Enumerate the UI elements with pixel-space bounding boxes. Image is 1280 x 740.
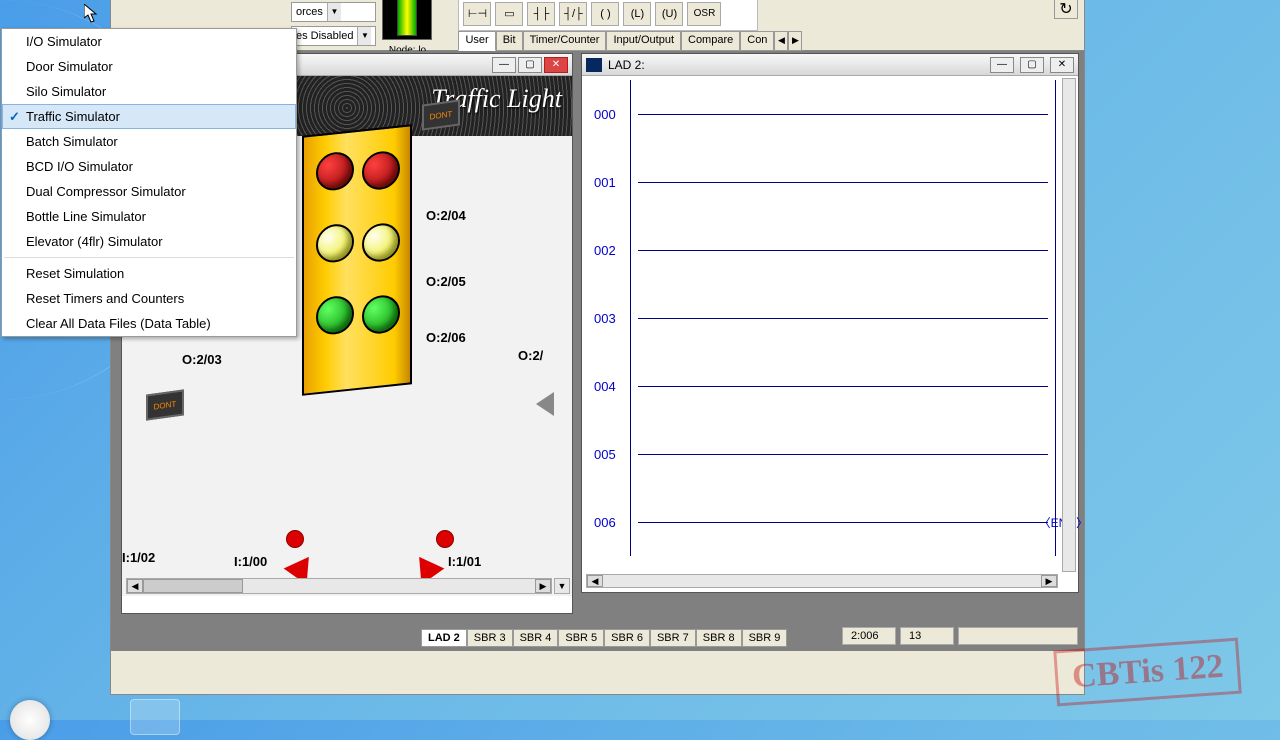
- addr-label-o205: O:2/05: [426, 274, 466, 289]
- file-tab-sbr3[interactable]: SBR 3: [467, 629, 513, 647]
- disabled-dropdown[interactable]: es Disabled▼: [291, 26, 376, 46]
- file-tab-sbr8[interactable]: SBR 8: [696, 629, 742, 647]
- file-tab-lad2[interactable]: LAD 2: [421, 629, 467, 647]
- rung-tool[interactable]: ⊢⊣: [463, 2, 491, 26]
- addr-label-o204: O:2/04: [426, 208, 466, 223]
- addr-label-o2r: O:2/: [518, 348, 543, 363]
- file-tab-sbr6[interactable]: SBR 6: [604, 629, 650, 647]
- menu-item-bottle-sim[interactable]: Bottle Line Simulator: [2, 204, 296, 229]
- status-col: 13: [900, 627, 954, 645]
- ladder-content[interactable]: 000 001 002 003 004 005 006〈END〉: [582, 76, 1078, 566]
- status-empty: [958, 627, 1078, 645]
- maximize-button[interactable]: ▢: [518, 57, 542, 73]
- rung: 006〈END〉: [594, 488, 1066, 556]
- tab-user[interactable]: User: [458, 31, 495, 51]
- maximize-button[interactable]: ▢: [1020, 57, 1044, 73]
- xic-tool[interactable]: ┤├: [527, 2, 555, 26]
- tab-scroll-left[interactable]: ◀: [774, 31, 788, 51]
- sim-vscroll-down[interactable]: ▼: [554, 578, 570, 594]
- ladder-window: LAD 2: — ▢ ✕ 000 001 002 003 004 005 006…: [581, 53, 1079, 593]
- addr-label-i101: I:1/01: [448, 554, 481, 569]
- status-bar: 2:006 13: [842, 627, 1078, 645]
- scroll-right[interactable]: ▶: [535, 579, 551, 593]
- addr-label-i100: I:1/00: [234, 554, 267, 569]
- taskbar-icon[interactable]: [130, 699, 180, 735]
- ladder-vscroll[interactable]: [1062, 78, 1076, 572]
- instruction-tabs: User Bit Timer/Counter Input/Output Comp…: [458, 31, 1080, 51]
- menu-item-bcd-sim[interactable]: BCD I/O Simulator: [2, 154, 296, 179]
- vehicle-sensor: [436, 530, 454, 548]
- xio-tool[interactable]: ┤/├: [559, 2, 587, 26]
- file-tab-sbr4[interactable]: SBR 4: [513, 629, 559, 647]
- ladder-hscroll[interactable]: ◀ ▶: [586, 574, 1058, 588]
- scroll-left[interactable]: ◀: [587, 575, 603, 587]
- tab-more[interactable]: Con: [740, 31, 774, 51]
- otu-tool[interactable]: (U): [655, 2, 683, 26]
- rung: 001: [594, 148, 1066, 216]
- ladder-icon: [586, 58, 602, 72]
- menu-item-elevator-sim[interactable]: Elevator (4flr) Simulator: [2, 229, 296, 254]
- tab-bit[interactable]: Bit: [496, 31, 523, 51]
- branch-tool[interactable]: ▭: [495, 2, 523, 26]
- status-rung: 2:006: [842, 627, 896, 645]
- osr-tool[interactable]: OSR: [687, 2, 721, 26]
- rung: 005: [594, 420, 1066, 488]
- ladder-titlebar: LAD 2: — ▢ ✕: [582, 54, 1078, 76]
- scroll-right[interactable]: ▶: [1041, 575, 1057, 587]
- minimize-button[interactable]: —: [492, 57, 516, 73]
- menu-item-door-sim[interactable]: Door Simulator: [2, 54, 296, 79]
- menu-item-io-sim[interactable]: I/O Simulator: [2, 29, 296, 54]
- otl-tool[interactable]: (L): [623, 2, 651, 26]
- start-button[interactable]: [10, 700, 50, 740]
- file-tab-sbr9[interactable]: SBR 9: [742, 629, 788, 647]
- close-button[interactable]: ✕: [1050, 57, 1074, 73]
- menu-item-silo-sim[interactable]: Silo Simulator: [2, 79, 296, 104]
- menu-item-reset-timers[interactable]: Reset Timers and Counters: [2, 286, 296, 311]
- rung: 004: [594, 352, 1066, 420]
- watermark: CBTis 122: [1053, 638, 1242, 707]
- ladder-title: LAD 2:: [608, 58, 984, 72]
- sim-hscroll[interactable]: ◀ ▶: [126, 578, 552, 594]
- dont-walk-sign: DONT: [146, 389, 184, 420]
- ote-tool[interactable]: ( ): [591, 2, 619, 26]
- menu-item-traffic-sim[interactable]: Traffic Simulator: [2, 104, 296, 129]
- refresh-button[interactable]: ↻: [1054, 0, 1078, 19]
- menu-item-clear-data[interactable]: Clear All Data Files (Data Table): [2, 311, 296, 336]
- tab-scroll-right[interactable]: ▶: [788, 31, 802, 51]
- menu-item-dualcomp-sim[interactable]: Dual Compressor Simulator: [2, 179, 296, 204]
- mdi-area: — ▢ ✕ Traffic Light DONT DONT: [111, 51, 1084, 651]
- rung: 000: [594, 80, 1066, 148]
- rung: 003: [594, 284, 1066, 352]
- file-tab-sbr5[interactable]: SBR 5: [558, 629, 604, 647]
- simulations-menu: I/O Simulator Door Simulator Silo Simula…: [1, 28, 297, 337]
- addr-label-o206: O:2/06: [426, 330, 466, 345]
- close-button[interactable]: ✕: [544, 57, 568, 73]
- app-window: ▦ × 🔍 🔍 orces▼ es Disabled▼ Node: lo ⊢⊣ …: [110, 0, 1085, 695]
- dont-walk-sign: DONT: [422, 99, 460, 130]
- tab-timer[interactable]: Timer/Counter: [523, 31, 607, 51]
- scroll-left[interactable]: ◀: [127, 579, 143, 593]
- file-tab-sbr7[interactable]: SBR 7: [650, 629, 696, 647]
- addr-label-o203: O:2/03: [182, 352, 222, 367]
- menu-item-reset-sim[interactable]: Reset Simulation: [2, 261, 296, 286]
- rung: 002: [594, 216, 1066, 284]
- tab-compare[interactable]: Compare: [681, 31, 740, 51]
- addr-label-i102: I:1/02: [122, 550, 155, 565]
- tab-io[interactable]: Input/Output: [606, 31, 681, 51]
- file-tabs: LAD 2 SBR 3 SBR 4 SBR 5 SBR 6 SBR 7 SBR …: [421, 629, 787, 647]
- traffic-light-pole: [302, 124, 412, 396]
- menu-item-batch-sim[interactable]: Batch Simulator: [2, 129, 296, 154]
- forces-dropdown[interactable]: orces▼: [291, 2, 376, 22]
- minimize-button[interactable]: —: [990, 57, 1014, 73]
- node-icon: [382, 0, 432, 40]
